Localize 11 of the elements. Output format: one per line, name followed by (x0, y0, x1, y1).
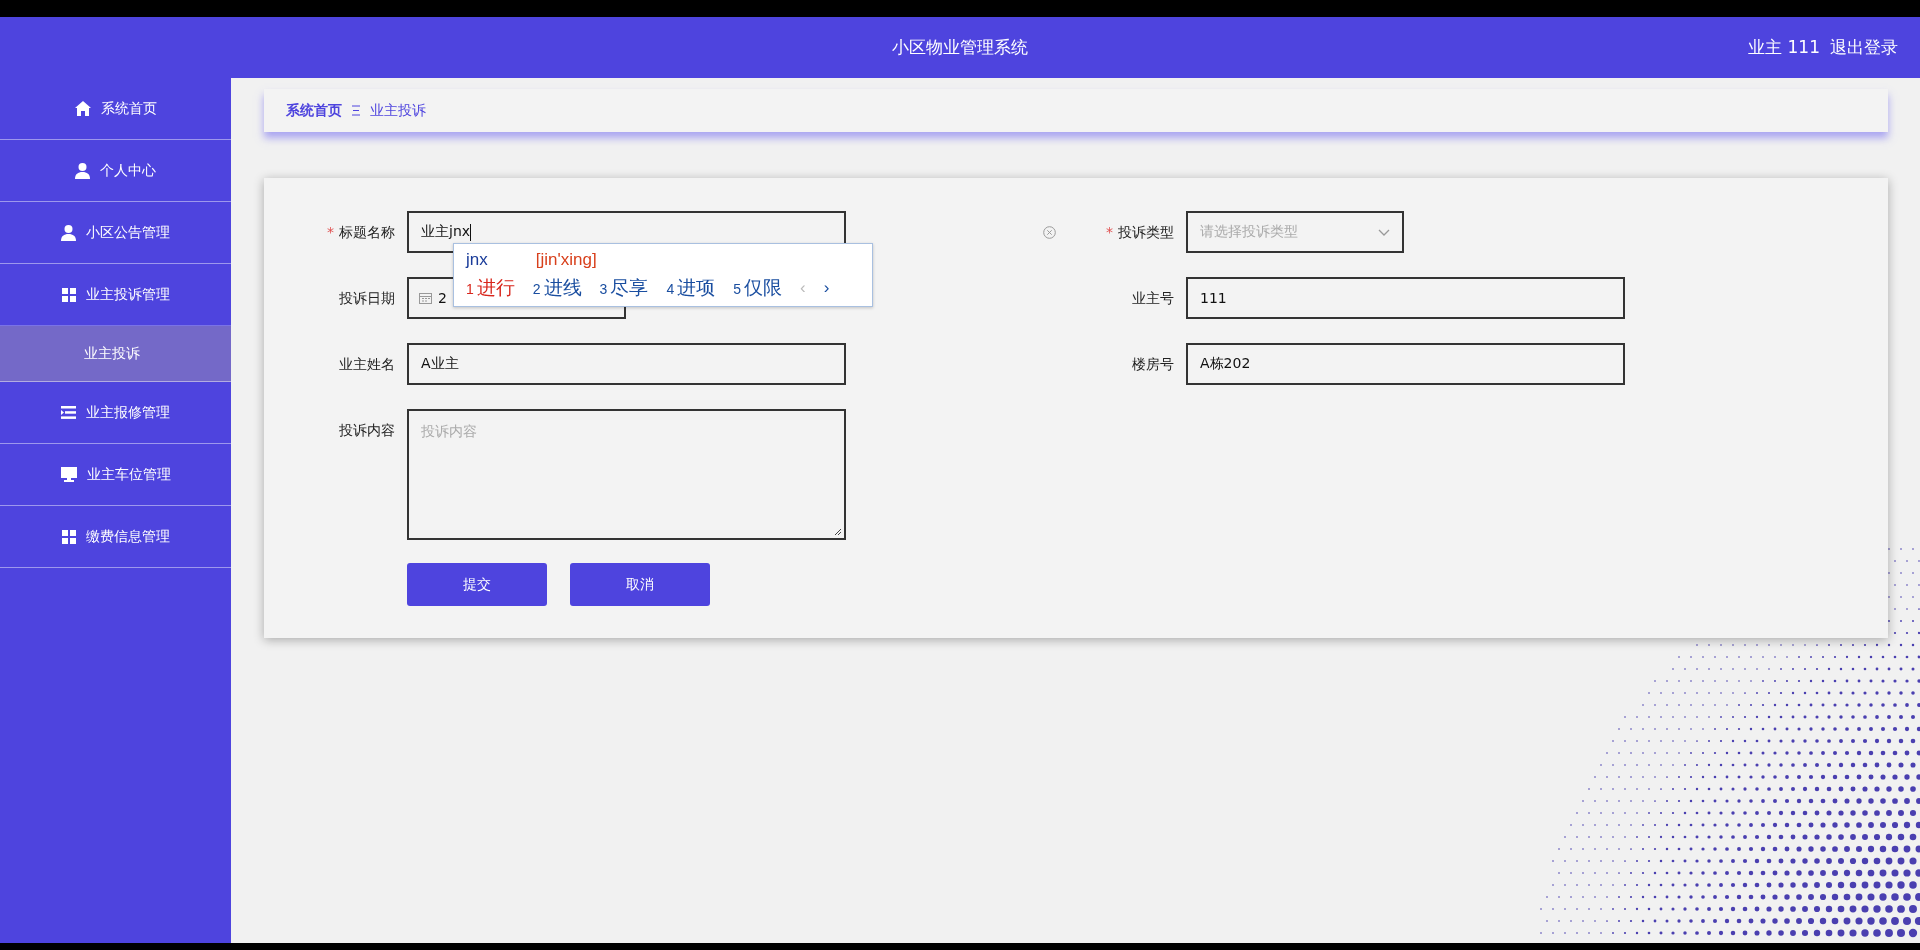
field-label: 业主号 (1132, 289, 1174, 308)
field-label: 楼房号 (1132, 355, 1174, 374)
field-label: 投诉日期 (339, 289, 395, 308)
app-title: 小区物业管理系统 (892, 36, 1028, 59)
field-label: 投诉类型 (1118, 223, 1174, 242)
required-asterisk: * (327, 223, 334, 242)
field-label: 业主姓名 (339, 355, 395, 374)
required-asterisk: * (1106, 223, 1113, 242)
field-label: 标题名称 (339, 223, 395, 242)
user-name: 业主 111 (1748, 36, 1820, 59)
field-label: 投诉内容 (339, 421, 395, 440)
